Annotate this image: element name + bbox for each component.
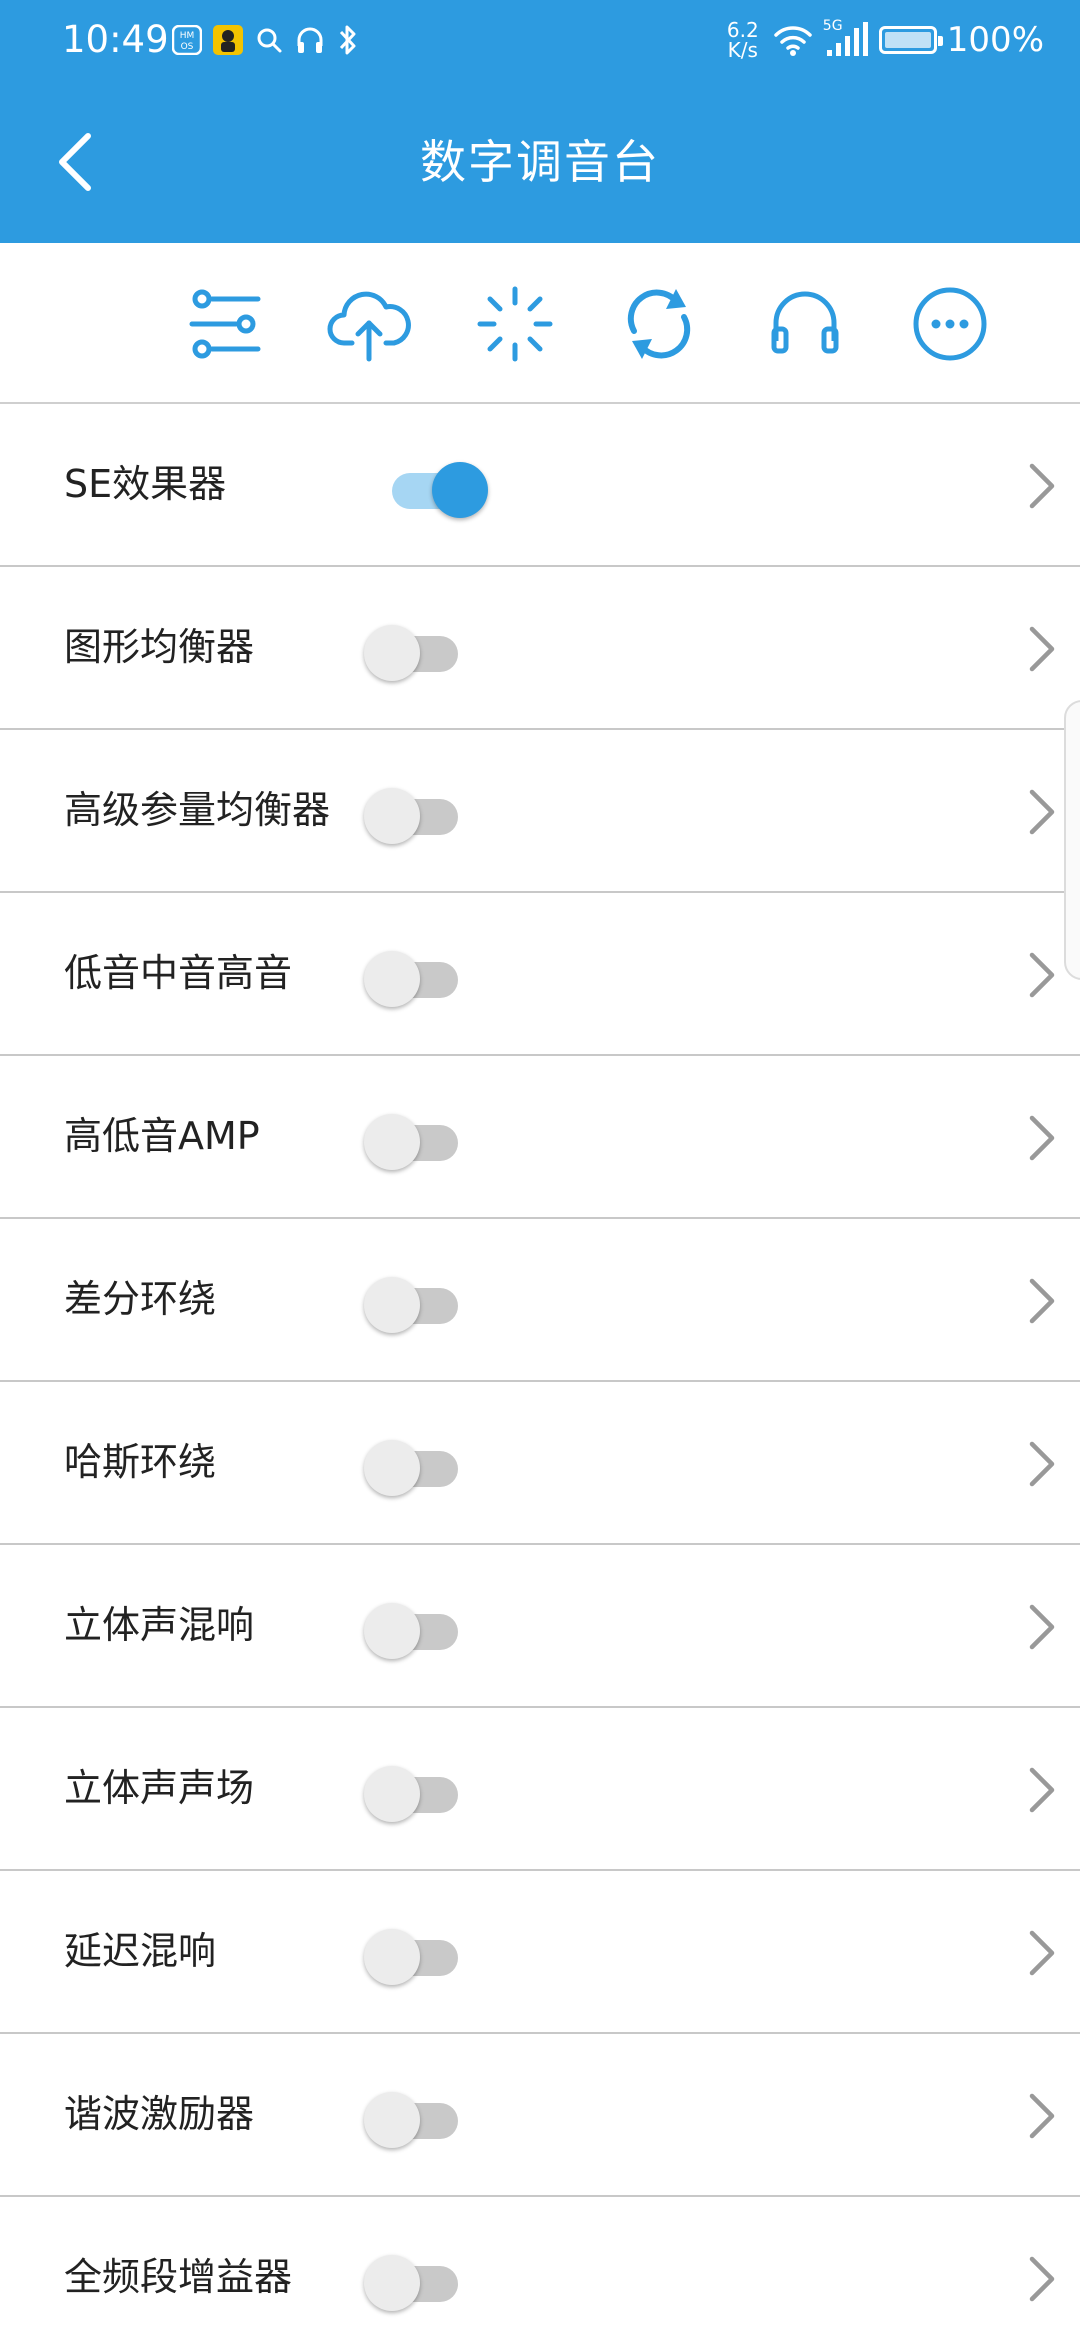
effect-label: 立体声混响 xyxy=(64,1603,255,1647)
svg-text:OS: OS xyxy=(181,42,194,52)
chevron-right-icon[interactable] xyxy=(1024,1601,1060,1653)
harmonyos-icon: HMOS xyxy=(172,25,202,55)
effect-row-graphic-eq[interactable]: 图形均衡器 xyxy=(0,567,1080,730)
app-notification-icon xyxy=(213,25,243,55)
effect-row-delay-reverb[interactable]: 延迟混响 xyxy=(0,1871,1080,2034)
effect-toggle[interactable] xyxy=(364,2249,464,2311)
effect-row-stereo-field[interactable]: 立体声声场 xyxy=(0,1708,1080,1871)
effect-toggle[interactable] xyxy=(364,2086,464,2148)
headphones-status-icon xyxy=(297,27,323,53)
effect-label: 差分环绕 xyxy=(64,1277,217,1321)
effect-toggle[interactable] xyxy=(378,456,488,518)
effects-list: SE效果器 图形均衡器 高级参量均衡器 低音中音高音 高低音AMP 差分环绕 哈… xyxy=(0,404,1080,2340)
effect-row-stereo-reverb[interactable]: 立体声混响 xyxy=(0,1545,1080,1708)
effect-row-bass-mid-treble[interactable]: 低音中音高音 xyxy=(0,893,1080,1056)
signal-bars-icon xyxy=(826,22,868,56)
effect-label: 延迟混响 xyxy=(64,1929,217,1973)
effect-label: 全频段增益器 xyxy=(64,2255,293,2299)
effect-toggle[interactable] xyxy=(364,1271,464,1333)
chevron-right-icon[interactable] xyxy=(1024,1438,1060,1490)
effect-label: SE效果器 xyxy=(64,462,227,506)
notification-icons: HM OS xyxy=(172,22,360,58)
effect-toggle[interactable] xyxy=(364,1434,464,1496)
effect-label: 哈斯环绕 xyxy=(64,1440,217,1484)
effect-toggle[interactable] xyxy=(364,1760,464,1822)
chevron-right-icon[interactable] xyxy=(1024,2253,1060,2305)
effect-row-se[interactable]: SE效果器 xyxy=(0,404,1080,567)
chevron-right-icon[interactable] xyxy=(1024,623,1060,675)
effect-label: 高低音AMP xyxy=(64,1114,260,1158)
chevron-right-icon[interactable] xyxy=(1024,460,1060,512)
chevron-right-icon[interactable] xyxy=(1024,2090,1060,2142)
cellular-signal: 5G xyxy=(823,18,869,58)
chevron-right-icon[interactable] xyxy=(1024,949,1060,1001)
effect-label: 图形均衡器 xyxy=(64,625,255,669)
sliders-icon[interactable] xyxy=(180,279,270,369)
page-title: 数字调音台 xyxy=(420,135,660,189)
effect-row-haas-surround[interactable]: 哈斯环绕 xyxy=(0,1382,1080,1545)
effect-row-full-band-gain[interactable]: 全频段增益器 xyxy=(0,2197,1080,2340)
effect-toggle[interactable] xyxy=(364,782,464,844)
system-icons: 6.2 K/s 5G 100% xyxy=(723,16,1044,64)
cloud-upload-icon[interactable] xyxy=(324,279,414,369)
battery-percentage: 100% xyxy=(946,20,1044,60)
effect-label: 谐波激励器 xyxy=(64,2092,255,2136)
side-drawer-handle[interactable] xyxy=(1064,700,1080,980)
network-speed: 6.2 K/s xyxy=(726,18,759,62)
effect-label: 低音中音高音 xyxy=(64,951,293,995)
status-time: 10:49 xyxy=(62,18,169,61)
effect-row-harmonic-exciter[interactable]: 谐波激励器 xyxy=(0,2034,1080,2197)
bluetooth-icon xyxy=(339,25,356,55)
effect-row-parametric-eq[interactable]: 高级参量均衡器 xyxy=(0,730,1080,893)
headphones-icon[interactable] xyxy=(760,279,850,369)
status-bar: 10:49 HM OS 6.2 K/s 5G 100% xyxy=(0,0,1080,82)
effect-toggle[interactable] xyxy=(364,619,464,681)
more-icon[interactable] xyxy=(905,279,995,369)
effect-label: 高级参量均衡器 xyxy=(64,788,331,832)
effect-row-amp[interactable]: 高低音AMP xyxy=(0,1056,1080,1219)
toolbar xyxy=(0,243,1080,404)
chevron-right-icon[interactable] xyxy=(1024,786,1060,838)
effect-toggle[interactable] xyxy=(364,1597,464,1659)
battery-icon xyxy=(878,26,943,54)
chevron-right-icon[interactable] xyxy=(1024,1927,1060,1979)
refresh-icon[interactable] xyxy=(614,279,704,369)
search-icon xyxy=(257,28,282,53)
effect-toggle[interactable] xyxy=(364,945,464,1007)
chevron-right-icon[interactable] xyxy=(1024,1764,1060,1816)
chevron-right-icon[interactable] xyxy=(1024,1275,1060,1327)
loading-spinner-icon[interactable] xyxy=(470,279,560,369)
svg-text:HM: HM xyxy=(180,31,195,41)
chevron-right-icon[interactable] xyxy=(1024,1112,1060,1164)
effect-row-differential-surround[interactable]: 差分环绕 xyxy=(0,1219,1080,1382)
app-bar: 数字调音台 xyxy=(0,82,1080,243)
wifi-icon xyxy=(774,26,812,56)
effect-toggle[interactable] xyxy=(364,1923,464,1985)
effect-toggle[interactable] xyxy=(364,1108,464,1170)
effect-label: 立体声声场 xyxy=(64,1766,255,1810)
